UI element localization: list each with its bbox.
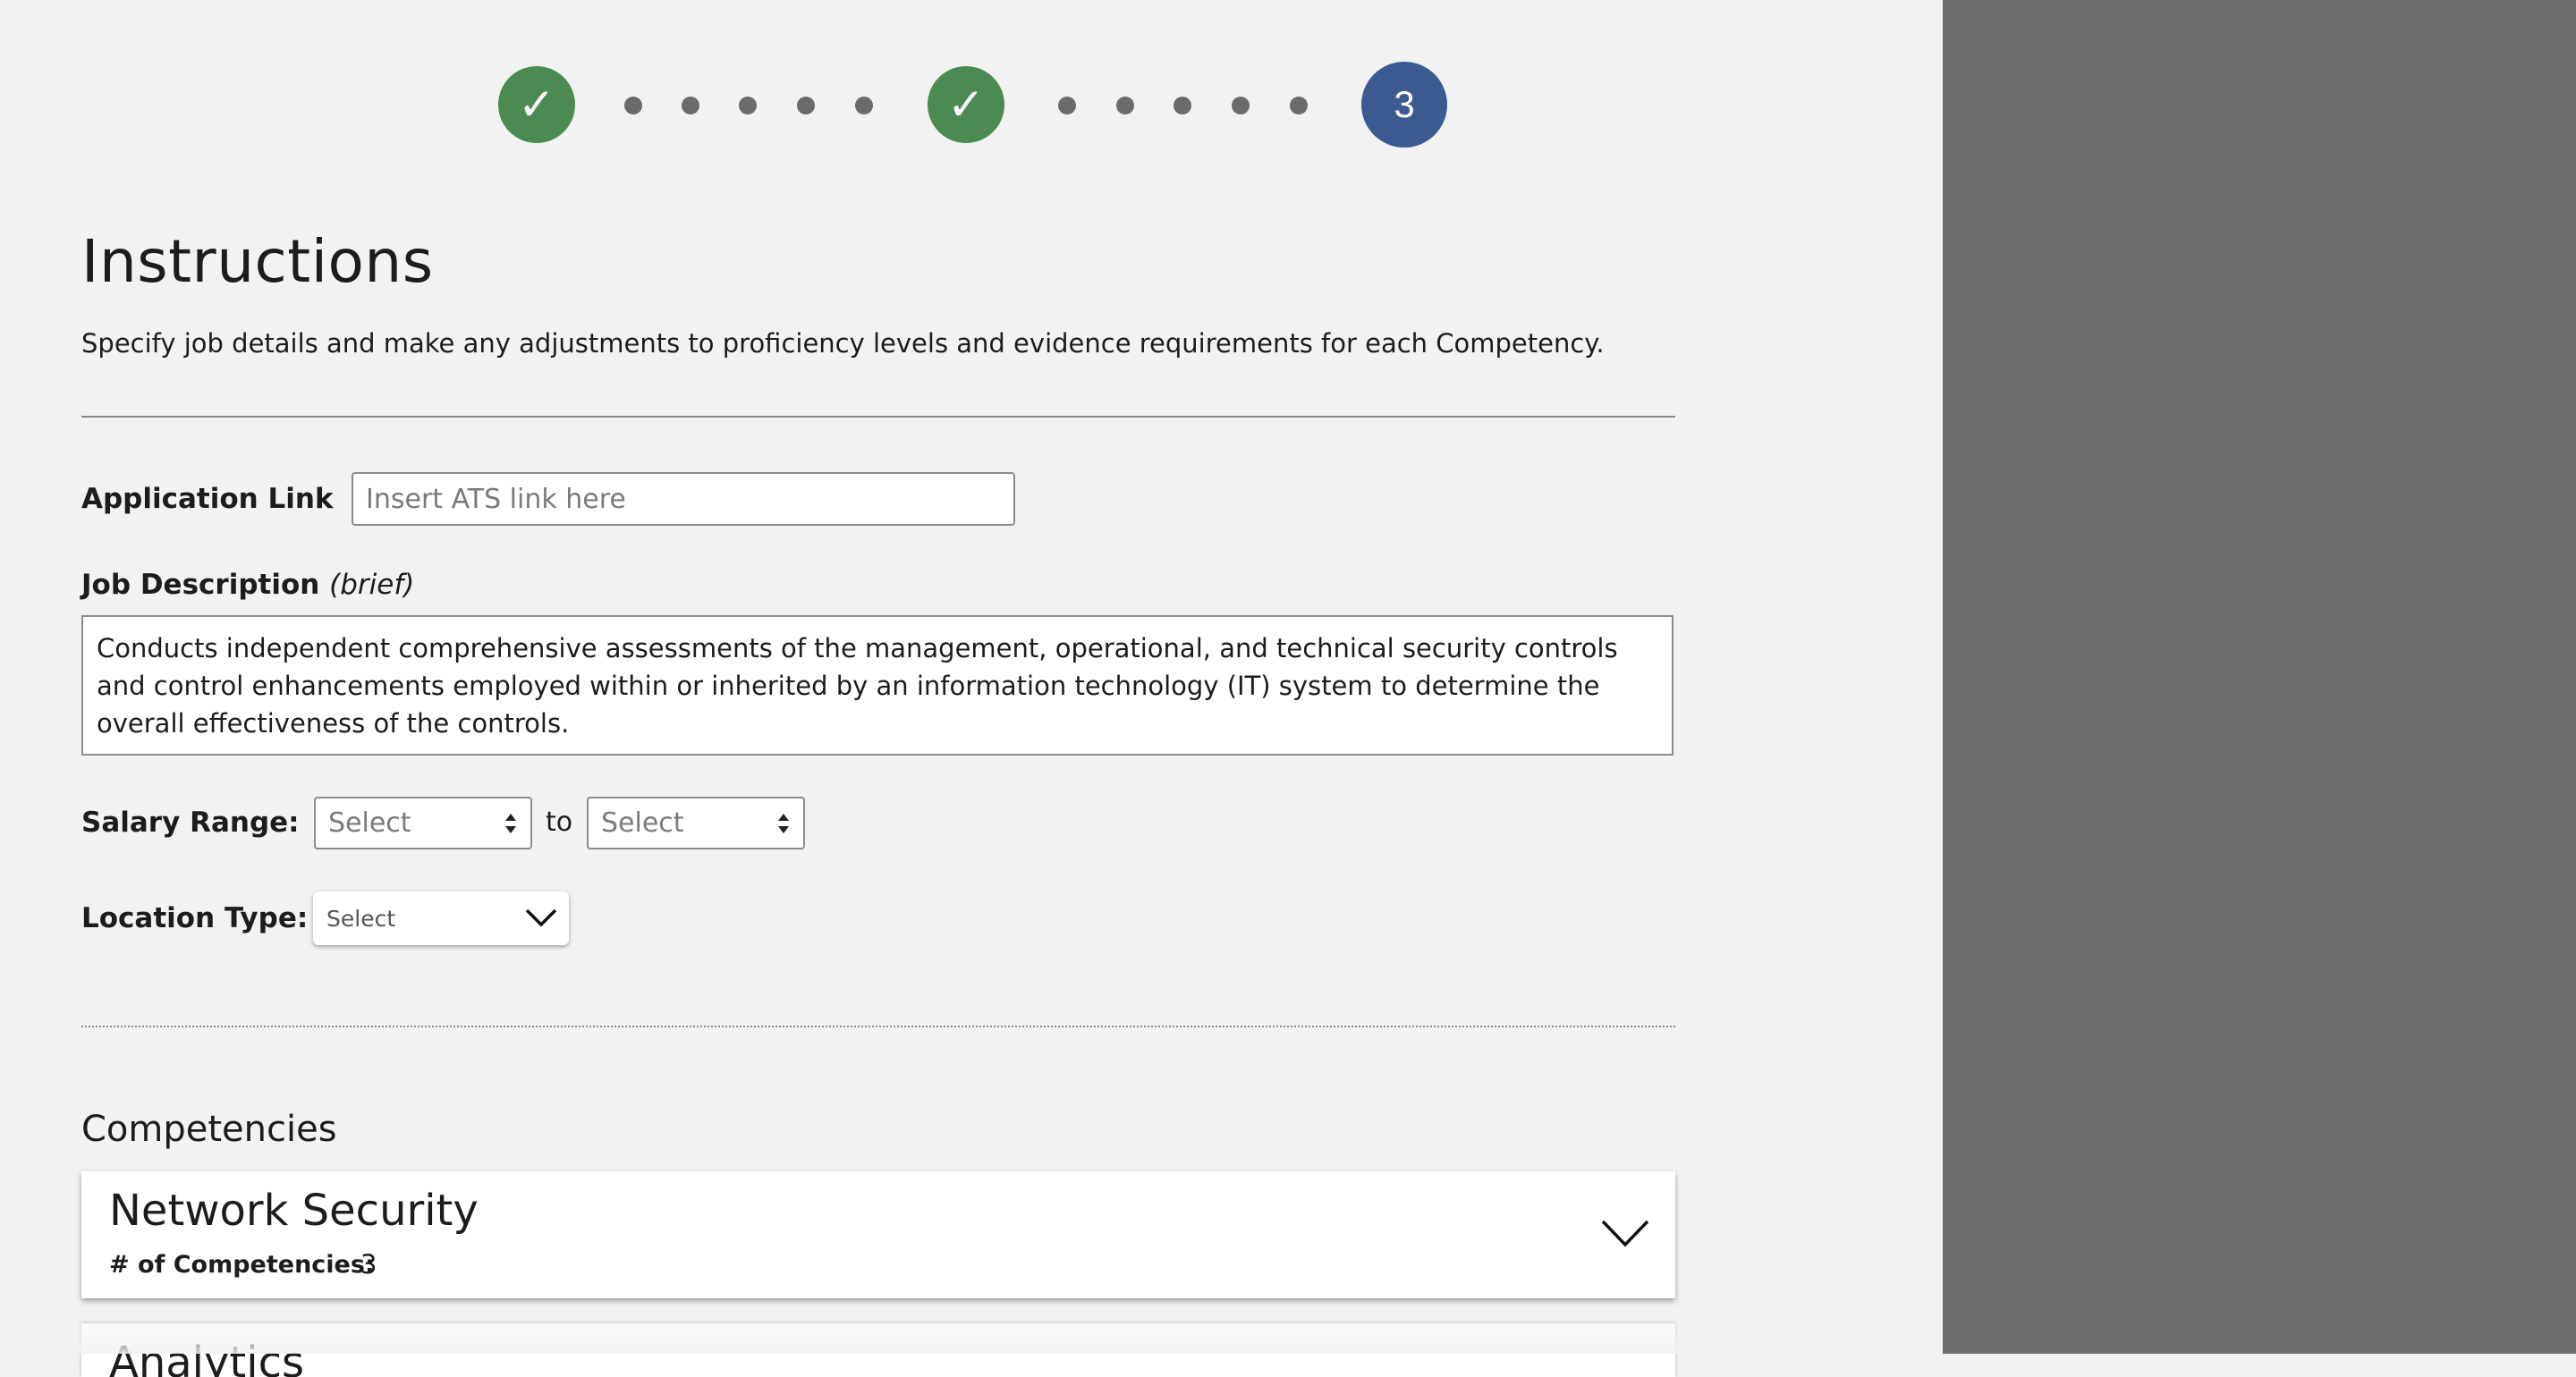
main-content: ✓ ✓ 3 Instructions Specify job details a…: [0, 0, 1943, 1377]
salary-max-value: Select: [601, 807, 684, 839]
step-dot: [682, 97, 699, 114]
side-panel: [1943, 0, 2576, 1354]
application-link-label: Application Link: [81, 483, 334, 515]
location-type-label: Location Type:: [81, 902, 309, 934]
step-3-current: 3: [1361, 62, 1447, 148]
salary-range-separator: to: [546, 807, 573, 838]
step-2-complete-icon[interactable]: ✓: [928, 66, 1004, 143]
competencies-heading: Competencies: [81, 1109, 337, 1150]
application-link-input[interactable]: [352, 472, 1015, 526]
select-spinner-icon: [505, 814, 516, 833]
chevron-down-icon: [525, 908, 557, 927]
salary-range-label: Salary Range:: [81, 807, 300, 839]
step-dot: [1174, 97, 1191, 114]
job-description-textarea[interactable]: Conducts independent comprehensive asses…: [81, 615, 1674, 756]
job-description-label-text: Job Description: [81, 569, 320, 601]
step-dot: [1116, 97, 1134, 114]
location-type-value: Select: [326, 905, 396, 932]
step-dot: [1232, 97, 1250, 114]
divider: [81, 416, 1675, 418]
competency-card-title: Network Security: [109, 1186, 479, 1236]
step-dot: [797, 97, 815, 114]
competency-card-network-security[interactable]: Network Security # of Competencies: 3: [81, 1171, 1675, 1298]
salary-min-value: Select: [328, 807, 411, 839]
competency-card-analytics[interactable]: Analytics: [81, 1323, 1675, 1377]
location-type-select[interactable]: Select: [313, 891, 569, 945]
salary-min-select[interactable]: Select: [314, 797, 532, 849]
job-description-label-suffix: (brief): [329, 569, 415, 601]
select-spinner-icon: [778, 814, 789, 833]
section-divider: [81, 1026, 1675, 1027]
competency-card-title: Analytics: [109, 1338, 304, 1377]
competency-count-label: # of Competencies:: [109, 1251, 375, 1279]
step-dot: [624, 97, 642, 114]
step-1-complete-icon[interactable]: ✓: [498, 66, 575, 143]
step-dot: [739, 97, 757, 114]
step-dot: [855, 97, 873, 114]
salary-max-select[interactable]: Select: [587, 797, 805, 849]
step-dot: [1058, 97, 1076, 114]
instructions-text: Specify job details and make any adjustm…: [81, 328, 1605, 359]
competency-count-value: 3: [360, 1249, 377, 1280]
step-dot: [1290, 97, 1308, 114]
chevron-down-icon[interactable]: [1600, 1218, 1650, 1248]
job-description-label: Job Description (brief): [81, 569, 414, 601]
page-title: Instructions: [81, 227, 434, 296]
